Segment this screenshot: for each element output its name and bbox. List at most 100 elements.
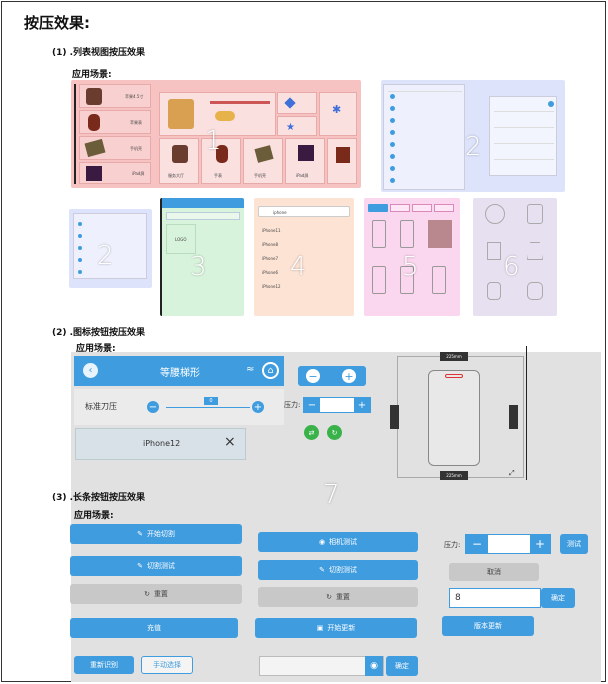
slider-value[interactable]: 0 xyxy=(204,397,218,405)
rotate-icon[interactable]: ↻ xyxy=(327,425,342,440)
logo-text: LOGO xyxy=(175,237,187,242)
minus-button[interactable]: − xyxy=(304,398,320,412)
minus-button[interactable]: − xyxy=(147,401,159,413)
search-text: iphone xyxy=(273,210,287,215)
mini-tab[interactable] xyxy=(390,204,410,212)
reset-icon: ↻ xyxy=(144,590,150,598)
panel-2b[interactable]: 2 xyxy=(69,209,152,288)
plus-button[interactable]: + xyxy=(342,369,356,383)
mini-search[interactable] xyxy=(166,212,240,220)
tile-label: iPad屏 xyxy=(296,173,309,178)
list-item-label: 苹果表 xyxy=(130,120,142,125)
plus-button[interactable]: + xyxy=(252,401,264,413)
list-item[interactable]: iPhone12 xyxy=(262,284,281,289)
list-dot-icon xyxy=(390,130,395,135)
mini-search[interactable]: iphone xyxy=(258,206,350,217)
list-item[interactable]: iPhone6 xyxy=(262,270,278,275)
panel-3[interactable]: LOGO 3 xyxy=(160,198,244,316)
mini-tab[interactable] xyxy=(412,204,432,212)
grid-tile[interactable]: 服务大厅 xyxy=(159,138,199,184)
fullscreen-icon[interactable]: ⤢ xyxy=(509,469,515,478)
phone-outline[interactable] xyxy=(372,266,386,294)
tool-icon xyxy=(284,97,296,109)
height-label[interactable]: 225mm xyxy=(440,471,468,480)
minus-button[interactable]: − xyxy=(466,535,488,553)
wifi-icon[interactable]: ≈ xyxy=(246,364,254,375)
version-update-button[interactable]: 版本更新 xyxy=(442,616,534,636)
grid-tile[interactable] xyxy=(277,92,317,114)
section1-heading: (1) .列表视图按压效果 xyxy=(52,48,146,58)
charge-button[interactable]: 充值 xyxy=(70,618,238,638)
panel-1[interactable]: 苹果4.5寸 苹果表 手机壳 iPad屏 ★ ✱ 服务大厅 手表 手机壳 iPa… xyxy=(71,80,361,188)
list-item[interactable]: iPad屏 xyxy=(79,162,151,184)
grid-tile[interactable] xyxy=(327,138,357,184)
cut-test-button[interactable]: ✎ 切割测试 xyxy=(70,556,242,576)
case-thumb-icon xyxy=(84,138,106,158)
left-handle[interactable] xyxy=(390,405,399,429)
divider xyxy=(494,127,554,128)
section1-scene: 应用场景: xyxy=(72,70,112,80)
plus-button[interactable]: + xyxy=(354,398,370,412)
list-item[interactable]: 苹果4.5寸 xyxy=(79,84,151,108)
confirm2-button[interactable]: 确定 xyxy=(386,656,418,676)
start-update-button[interactable]: ▣ 开始更新 xyxy=(255,618,417,638)
panel-4[interactable]: iphone iPhone11 iPhone8 iPhone7 iPhone6 … xyxy=(254,198,354,316)
panel-number: 7 xyxy=(323,480,340,510)
selected-list-item[interactable]: iPhone12 × xyxy=(75,428,246,460)
slider-track[interactable] xyxy=(166,407,250,408)
settings-list[interactable] xyxy=(383,84,465,190)
panel-number: 2 xyxy=(97,241,114,271)
reset2-button[interactable]: ↻ 重置 xyxy=(258,587,418,607)
cut-test2-button[interactable]: ✎ 切割测试 xyxy=(258,560,418,580)
minus-button[interactable]: − xyxy=(306,369,320,383)
re-identify-button[interactable]: 重新识别 xyxy=(74,656,134,674)
confirm-button[interactable]: 确定 xyxy=(541,588,575,608)
camera-icon[interactable]: ◉ xyxy=(365,656,383,676)
rounded-shape-icon[interactable] xyxy=(527,282,543,300)
list-item[interactable]: iPhone7 xyxy=(262,256,278,261)
phone-outline[interactable] xyxy=(400,220,414,248)
start-cut-button[interactable]: ✎ 开始切割 xyxy=(70,524,242,544)
circle-shape-icon[interactable] xyxy=(485,204,505,224)
swap-icon[interactable]: ⇄ xyxy=(304,425,319,440)
reset-button[interactable]: ↻ 重置 xyxy=(70,584,242,604)
grid-tile[interactable]: ✱ xyxy=(319,92,357,136)
rect-shape-icon[interactable] xyxy=(487,242,501,260)
rounded-shape-icon[interactable] xyxy=(487,282,501,300)
manual-select-button[interactable]: 手动选择 xyxy=(141,656,193,674)
grid-tile[interactable]: 手机壳 xyxy=(243,138,283,184)
mini-tab-active[interactable] xyxy=(368,204,388,212)
panel-5[interactable]: 5 xyxy=(364,198,460,316)
list-item[interactable]: 苹果表 xyxy=(79,110,151,134)
mini-tab[interactable] xyxy=(434,204,454,212)
camera-test-button[interactable]: ◉ 相机测试 xyxy=(258,532,418,552)
phone-outline[interactable] xyxy=(432,266,446,294)
list-dot-icon xyxy=(390,178,395,183)
plus-button[interactable]: + xyxy=(530,535,550,553)
submenu[interactable] xyxy=(489,96,557,176)
button-label: 相机测试 xyxy=(329,538,358,546)
list-item[interactable]: iPhone8 xyxy=(262,242,278,247)
back-icon[interactable]: ‹ xyxy=(83,363,98,378)
right-handle[interactable] xyxy=(509,405,518,429)
grid-tile[interactable]: iPad屏 xyxy=(285,138,325,184)
panel-6[interactable]: 6 xyxy=(473,198,557,316)
number-input[interactable]: 8 xyxy=(449,588,541,608)
selected-tile[interactable] xyxy=(428,220,452,248)
test-button[interactable]: 测试 xyxy=(560,534,588,554)
rect-shape-icon[interactable] xyxy=(527,204,543,224)
panel-number: 3 xyxy=(190,252,207,282)
phone-notch xyxy=(445,374,463,378)
panel-number: 5 xyxy=(402,252,419,282)
width-label[interactable]: 225mm xyxy=(440,352,468,361)
grid-tile[interactable]: ★ xyxy=(277,116,317,136)
cancel-button[interactable]: 取消 xyxy=(449,563,539,581)
list-item[interactable]: iPhone11 xyxy=(262,228,281,233)
list-item[interactable]: 手机壳 xyxy=(79,136,151,160)
home-icon[interactable]: ⌂ xyxy=(262,362,279,379)
panel-2[interactable]: 2 xyxy=(381,80,565,192)
trapezoid-shape-icon[interactable] xyxy=(527,242,543,260)
grid-tile[interactable]: LOGO xyxy=(166,224,196,254)
close-icon[interactable]: × xyxy=(224,434,236,450)
phone-outline[interactable] xyxy=(372,220,386,248)
